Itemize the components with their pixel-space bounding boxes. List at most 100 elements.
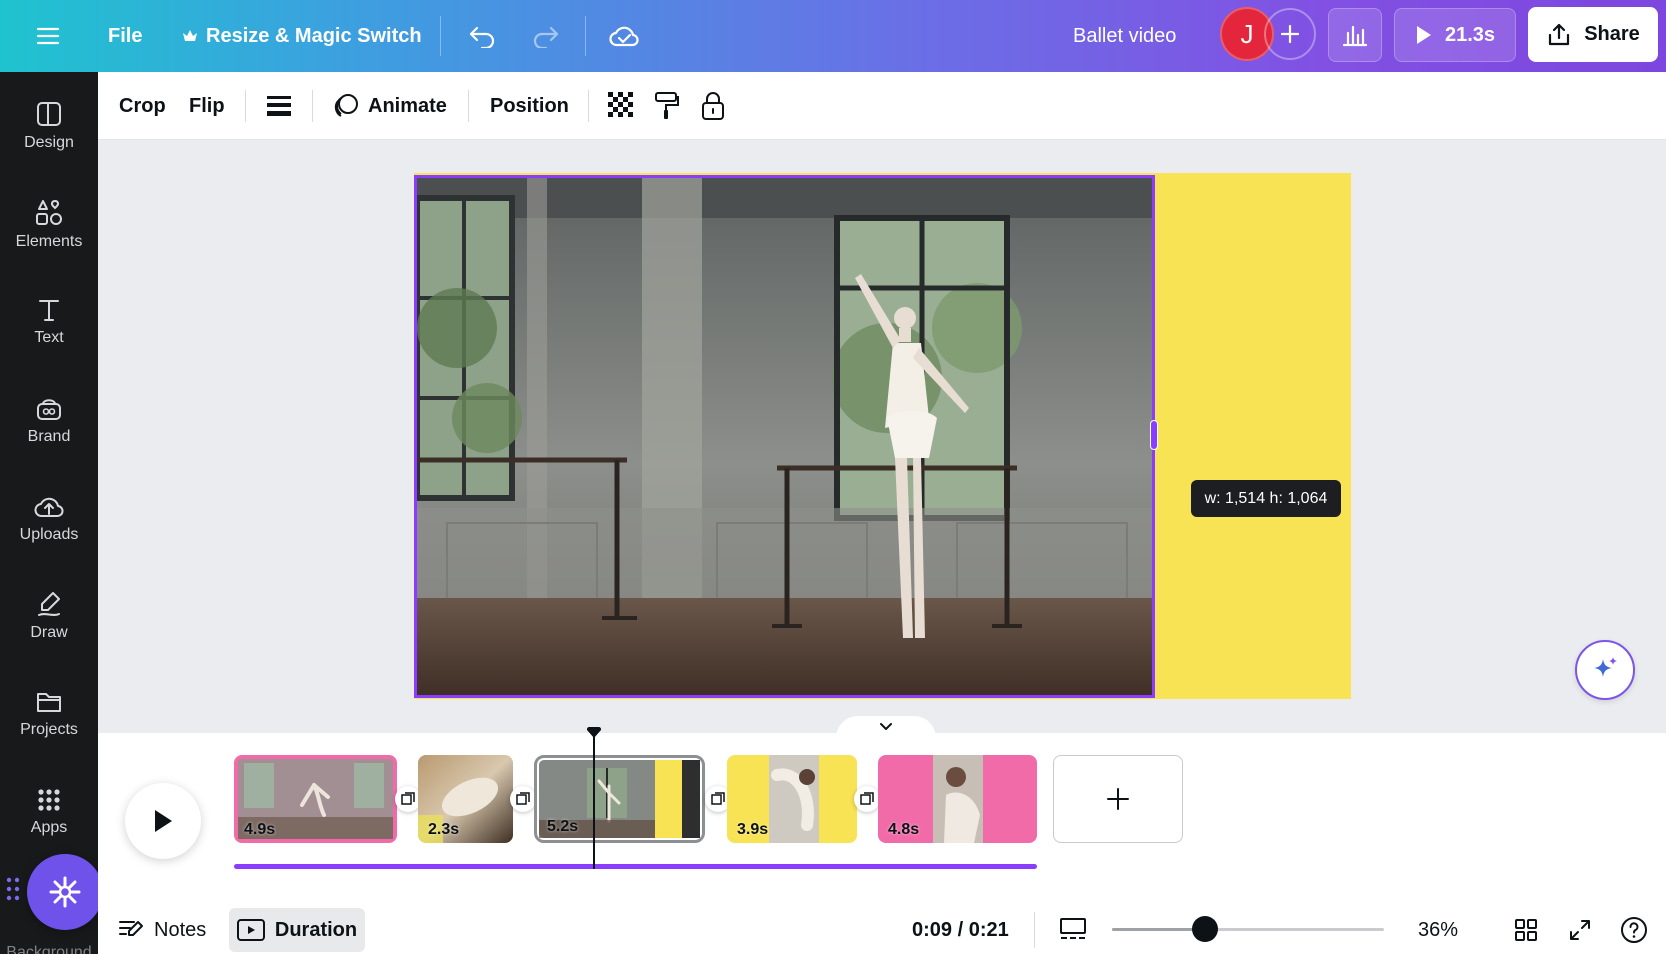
- top-bar: File Resize & Magic Switch Ballet video …: [0, 0, 1666, 72]
- crop-button[interactable]: Crop: [119, 72, 166, 140]
- duration-icon: [236, 919, 265, 941]
- help-icon[interactable]: [1620, 910, 1648, 950]
- transition-button[interactable]: [854, 786, 880, 812]
- divider: [312, 90, 313, 122]
- sidebar-item-label: Uploads: [19, 526, 79, 543]
- sidebar-item-projects[interactable]: Projects: [0, 669, 98, 759]
- transition-button[interactable]: [510, 786, 536, 812]
- apps-icon: [36, 787, 62, 813]
- play-icon: [152, 808, 174, 834]
- redo-icon[interactable]: [530, 0, 560, 72]
- design-title[interactable]: Ballet video: [1073, 0, 1176, 72]
- notes-label: Notes: [154, 918, 207, 941]
- sidebar: Design Elements Text Brand Uploads Draw …: [0, 72, 98, 954]
- elements-icon: [34, 197, 64, 227]
- quick-actions-button[interactable]: [27, 854, 103, 930]
- sidebar-item-design[interactable]: Design: [0, 81, 98, 171]
- sidebar-item-label: Background: [6, 944, 92, 954]
- sidebar-item-draw[interactable]: Draw: [0, 571, 98, 661]
- sidebar-item-label: Brand: [27, 428, 71, 445]
- collapse-timeline-button[interactable]: [836, 716, 936, 738]
- crown-icon: [182, 29, 198, 43]
- transition-icon: [401, 792, 415, 806]
- playhead[interactable]: [593, 735, 595, 869]
- timeline-clip[interactable]: 2.3s: [418, 755, 513, 843]
- add-clip-button[interactable]: [1053, 755, 1183, 843]
- divider: [440, 16, 441, 56]
- timeline-clip[interactable]: 3.9s: [727, 755, 857, 843]
- context-toolbar: Crop Flip Animate Position: [98, 72, 1666, 140]
- duration-label: Duration: [274, 918, 358, 941]
- projects-icon: [35, 689, 63, 715]
- timeline-progress-bar[interactable]: [234, 864, 1037, 869]
- timeline-play-button[interactable]: [125, 783, 201, 859]
- transition-icon: [516, 792, 530, 806]
- share-button[interactable]: Share: [1528, 7, 1658, 62]
- brand-icon: [34, 394, 64, 422]
- line-weight-icon[interactable]: [266, 72, 292, 140]
- zoom-level[interactable]: 36%: [1418, 910, 1458, 950]
- transition-icon: [711, 792, 725, 806]
- magic-sparkle-icon: [1590, 655, 1620, 685]
- clip-duration: 4.9s: [244, 821, 276, 838]
- sidebar-item-label: Projects: [20, 721, 78, 738]
- timeline-clip[interactable]: 4.8s: [878, 755, 1037, 843]
- clip-duration: 5.2s: [547, 818, 579, 835]
- file-menu[interactable]: File: [108, 0, 142, 72]
- position-button[interactable]: Position: [490, 72, 569, 140]
- undo-icon[interactable]: [468, 0, 498, 72]
- transition-icon: [860, 792, 874, 806]
- play-presentation-button[interactable]: 21.3s: [1394, 8, 1516, 62]
- notes-button[interactable]: Notes: [118, 910, 206, 950]
- play-icon: [1415, 24, 1433, 46]
- zoom-slider[interactable]: [1112, 928, 1384, 931]
- drag-handle-icon[interactable]: [6, 876, 20, 902]
- divider: [588, 90, 589, 122]
- sidebar-item-apps[interactable]: Apps: [0, 767, 98, 857]
- divider: [585, 16, 586, 56]
- magic-assistant-button[interactable]: [1575, 640, 1635, 700]
- sidebar-item-label: Apps: [30, 819, 68, 836]
- flip-button[interactable]: Flip: [189, 72, 225, 140]
- play-duration: 21.3s: [1444, 23, 1496, 46]
- draw-icon: [35, 590, 63, 618]
- uploads-icon: [33, 492, 65, 520]
- resize-magic-switch-button[interactable]: Resize & Magic Switch: [182, 0, 422, 72]
- paint-roller-icon[interactable]: [654, 72, 680, 140]
- animate-button[interactable]: Animate: [332, 72, 447, 140]
- size-tooltip: w: 1,514 h: 1,064: [1191, 480, 1341, 517]
- sidebar-item-label: Design: [24, 134, 74, 151]
- fullscreen-icon[interactable]: [1568, 910, 1592, 950]
- sidebar-item-elements[interactable]: Elements: [0, 179, 98, 269]
- text-icon: [36, 297, 62, 323]
- playback-time: 0:09 / 0:21: [912, 918, 1009, 941]
- insights-chart-icon[interactable]: [1328, 8, 1382, 62]
- sidebar-item-brand[interactable]: Brand: [0, 375, 98, 465]
- lock-icon[interactable]: [701, 72, 725, 140]
- animate-label: Animate: [368, 94, 447, 117]
- timeline-clip-selected[interactable]: 5.2s: [534, 755, 705, 843]
- duration-button[interactable]: Duration: [229, 908, 365, 952]
- resize-label: Resize & Magic Switch: [206, 24, 422, 47]
- resize-handle-right[interactable]: [1150, 420, 1158, 450]
- add-collaborator-icon[interactable]: [1264, 8, 1316, 60]
- sidebar-item-uploads[interactable]: Uploads: [0, 473, 98, 563]
- divider: [1034, 912, 1035, 948]
- grid-view-icon[interactable]: [1514, 910, 1538, 950]
- sidebar-item-label: Draw: [30, 624, 68, 641]
- plus-icon: [1106, 787, 1130, 811]
- zoom-slider-thumb[interactable]: [1192, 916, 1218, 942]
- playhead-handle-icon[interactable]: [586, 727, 602, 739]
- sparkle-burst-icon: [48, 875, 82, 909]
- ballet-video-element[interactable]: [414, 175, 1155, 698]
- main-menu-icon[interactable]: [36, 0, 60, 72]
- clip-duration: 4.8s: [888, 821, 920, 838]
- cloud-saved-icon[interactable]: [608, 0, 640, 72]
- page-view-icon[interactable]: [1059, 910, 1087, 950]
- sidebar-item-text[interactable]: Text: [0, 277, 98, 367]
- transparency-icon[interactable]: [608, 72, 636, 140]
- clip-duration: 3.9s: [737, 821, 769, 838]
- share-label: Share: [1584, 23, 1640, 45]
- notes-icon: [118, 918, 144, 942]
- timeline-clip[interactable]: 4.9s: [234, 755, 397, 843]
